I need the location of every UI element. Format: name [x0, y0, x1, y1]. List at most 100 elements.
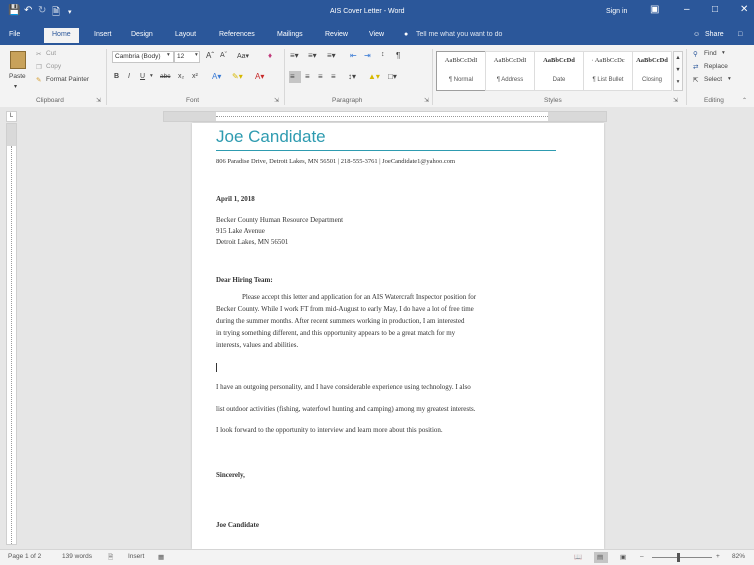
center-icon[interactable]: ≡: [305, 72, 310, 81]
format-painter-button[interactable]: Format Painter: [46, 76, 89, 83]
tab-file[interactable]: File: [9, 31, 20, 38]
share-button[interactable]: Share: [705, 31, 724, 38]
horizontal-ruler[interactable]: [163, 111, 607, 122]
paste-dropdown-icon[interactable]: ▾: [14, 83, 17, 90]
style-date[interactable]: AaBbCcDd Date: [534, 51, 584, 91]
shrink-font-icon[interactable]: Aˇ: [220, 52, 227, 59]
justify-icon[interactable]: ≡: [331, 72, 336, 81]
font-launcher-icon[interactable]: ⇲: [274, 97, 279, 104]
document-page[interactable]: Joe Candidate 806 Paradise Drive, Detroi…: [192, 123, 604, 549]
tab-insert[interactable]: Insert: [94, 31, 112, 38]
line-spacing-icon[interactable]: ↕▾: [348, 72, 356, 81]
find-dropdown-icon[interactable]: ▾: [722, 50, 725, 56]
comments-icon[interactable]: □: [738, 31, 742, 38]
multilevel-list-icon[interactable]: ≡▾: [327, 51, 336, 60]
zoom-level[interactable]: 82%: [732, 553, 745, 560]
copy-icon[interactable]: ❐: [36, 63, 42, 71]
style-closing[interactable]: AaBbCcDd Closing: [632, 51, 672, 91]
collapse-ribbon-icon[interactable]: ⌃: [742, 97, 747, 104]
style-list-bullet[interactable]: · AaBbCcDc ¶ List Bullet: [583, 51, 633, 91]
save-icon[interactable]: 💾: [8, 5, 20, 16]
paste-button[interactable]: Paste: [9, 73, 26, 80]
clipboard-launcher-icon[interactable]: ⇲: [96, 97, 101, 104]
superscript-icon[interactable]: x²: [192, 73, 198, 80]
share-icon[interactable]: ☺: [693, 31, 700, 38]
zoom-slider[interactable]: [652, 557, 712, 558]
print-layout-icon[interactable]: ▤: [597, 553, 603, 561]
redo-icon[interactable]: ↻: [38, 5, 46, 16]
paste-icon[interactable]: [10, 51, 26, 69]
tab-view[interactable]: View: [369, 31, 384, 38]
print-preview-icon[interactable]: 🗎: [52, 5, 60, 22]
select-button[interactable]: Select: [704, 76, 722, 83]
web-layout-icon[interactable]: ▣: [620, 553, 626, 561]
minimize-icon[interactable]: –: [684, 4, 690, 15]
sort-icon[interactable]: ↕: [381, 51, 385, 58]
tab-home[interactable]: Home: [44, 28, 79, 43]
cut-icon[interactable]: ✂: [36, 50, 41, 58]
align-left-icon[interactable]: ≡: [290, 72, 295, 81]
maximize-icon[interactable]: □: [712, 4, 718, 15]
subscript-icon[interactable]: x₂: [178, 73, 184, 80]
styles-gallery-scroll[interactable]: ▲ ▼ ▾: [673, 51, 683, 91]
zoom-slider-thumb[interactable]: [677, 553, 680, 562]
close-icon[interactable]: ✕: [740, 4, 748, 15]
tab-design[interactable]: Design: [131, 31, 153, 38]
change-case-icon[interactable]: Aa▾: [237, 52, 249, 60]
italic-icon[interactable]: I: [128, 73, 130, 80]
underline-icon[interactable]: U: [140, 73, 145, 80]
underline-dropdown-icon[interactable]: ▾: [150, 73, 153, 79]
tell-me-box[interactable]: Tell me what you want to do: [416, 31, 502, 38]
find-button[interactable]: Find: [704, 50, 717, 57]
tab-review[interactable]: Review: [325, 31, 348, 38]
tab-layout[interactable]: Layout: [175, 31, 196, 38]
shading-icon[interactable]: ▲▾: [368, 72, 380, 81]
decrease-indent-icon[interactable]: ⇤: [350, 51, 357, 60]
tab-selector-icon[interactable]: L: [6, 111, 17, 122]
tab-mailings[interactable]: Mailings: [277, 31, 303, 38]
align-right-icon[interactable]: ≡: [318, 72, 323, 81]
zoom-in-icon[interactable]: +: [716, 553, 720, 560]
cut-button[interactable]: Cut: [46, 50, 56, 57]
font-name-dropdown-icon[interactable]: ▾: [167, 52, 170, 58]
read-mode-icon[interactable]: 📖: [574, 553, 582, 561]
styles-launcher-icon[interactable]: ⇲: [673, 97, 678, 104]
clear-formatting-icon[interactable]: ♦: [268, 51, 272, 60]
undo-icon[interactable]: ↶: [24, 5, 32, 16]
bullets-icon[interactable]: ≡▾: [290, 51, 299, 60]
select-icon[interactable]: ⇱: [693, 76, 698, 84]
format-painter-icon[interactable]: ✎: [36, 76, 41, 84]
tab-references[interactable]: References: [219, 31, 255, 38]
copy-button[interactable]: Copy: [46, 63, 61, 70]
sign-in-link[interactable]: Sign in: [606, 8, 627, 15]
proofing-icon[interactable]: 🗎: [108, 553, 113, 564]
font-color-icon[interactable]: A▾: [255, 72, 264, 81]
strikethrough-icon[interactable]: abc: [160, 73, 170, 80]
select-dropdown-icon[interactable]: ▾: [728, 76, 731, 82]
clipboard-group-label: Clipboard: [36, 97, 64, 104]
word-count[interactable]: 139 words: [62, 553, 92, 560]
find-icon[interactable]: ⚲: [693, 50, 698, 58]
page-count[interactable]: Page 1 of 2: [8, 553, 41, 560]
grow-font-icon[interactable]: Aˆ: [206, 51, 214, 60]
customize-qat-icon[interactable]: ▾: [68, 8, 72, 16]
borders-icon[interactable]: □▾: [388, 72, 397, 81]
macro-record-icon[interactable]: ▦: [158, 553, 164, 561]
vertical-ruler[interactable]: [6, 123, 17, 545]
show-formatting-icon[interactable]: ¶: [396, 51, 400, 60]
highlight-color-icon[interactable]: ✎▾: [232, 72, 243, 81]
increase-indent-icon[interactable]: ⇥: [364, 51, 371, 60]
text-effects-icon[interactable]: A▾: [212, 72, 221, 81]
paragraph-launcher-icon[interactable]: ⇲: [424, 97, 429, 104]
replace-button[interactable]: Replace: [704, 63, 728, 70]
numbering-icon[interactable]: ≡▾: [308, 51, 317, 60]
bold-icon[interactable]: B: [114, 73, 119, 80]
style-normal[interactable]: AaBbCcDdI ¶ Normal: [436, 51, 486, 91]
insert-mode[interactable]: Insert: [128, 553, 144, 560]
font-name-combo[interactable]: Cambria (Body): [112, 51, 174, 63]
font-size-dropdown-icon[interactable]: ▾: [195, 52, 198, 58]
style-address[interactable]: AaBbCcDdI ¶ Address: [485, 51, 535, 91]
replace-icon[interactable]: ⇄: [693, 63, 698, 71]
zoom-out-icon[interactable]: –: [640, 553, 644, 560]
ribbon-display-options-icon[interactable]: ▣: [650, 4, 659, 15]
